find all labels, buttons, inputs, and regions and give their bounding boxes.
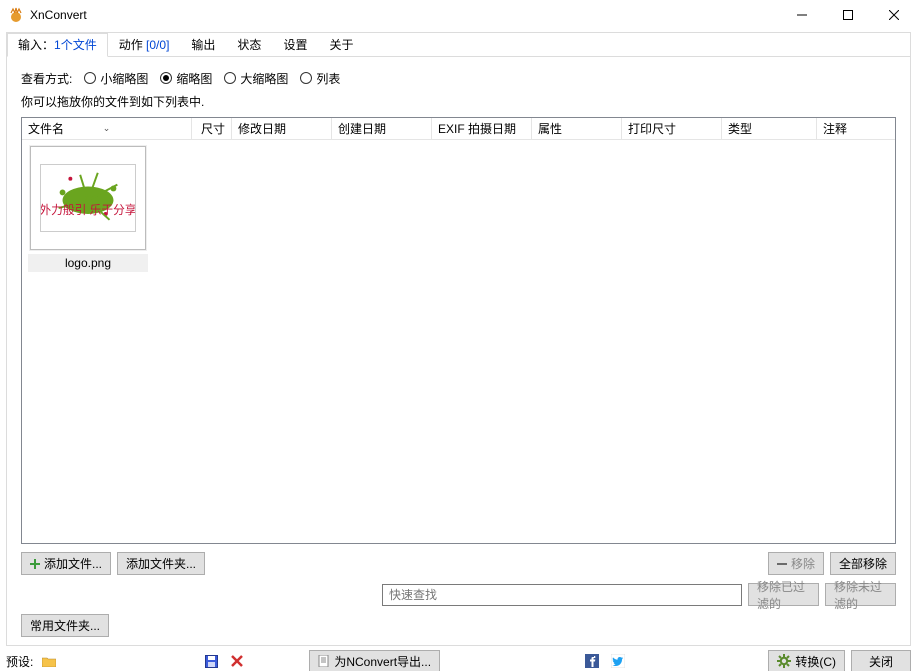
tab-actions-prefix: 动作 xyxy=(119,38,146,52)
folder-icon xyxy=(42,656,56,667)
facebook-button[interactable] xyxy=(582,651,602,671)
radio-list[interactable]: 列表 xyxy=(300,70,340,87)
sort-indicator-icon: ⌄ xyxy=(103,118,111,139)
window-controls xyxy=(779,0,917,30)
thumbnail-caption: logo.png xyxy=(28,254,148,272)
delete-icon xyxy=(231,655,243,667)
col-attrs[interactable]: 属性 xyxy=(532,118,622,140)
minus-icon xyxy=(777,563,787,565)
tab-output[interactable]: 输出 xyxy=(180,33,226,57)
remove-button[interactable]: 移除 xyxy=(768,552,824,575)
drop-hint: 你可以拖放你的文件到如下列表中. xyxy=(21,93,896,111)
radio-large-thumb[interactable]: 大缩略图 xyxy=(224,70,288,87)
close-button[interactable] xyxy=(871,0,917,30)
window-title: XnConvert xyxy=(30,8,779,22)
radio-small-thumb[interactable]: 小缩略图 xyxy=(84,70,148,87)
tab-actions[interactable]: 动作 [0/0] xyxy=(108,33,181,57)
convert-button[interactable]: 转换(C) xyxy=(768,650,845,671)
col-exif[interactable]: EXIF 拍摄日期 xyxy=(432,118,532,140)
close-app-button[interactable]: 关闭 xyxy=(851,650,911,671)
remove-unfiltered-button[interactable]: 移除未过滤的 xyxy=(825,583,896,606)
file-thumbnail[interactable]: 外力般引 乐于分享 logo.png xyxy=(28,146,148,272)
view-mode-label: 查看方式: xyxy=(21,70,72,87)
app-logo-icon xyxy=(8,7,24,23)
maximize-button[interactable] xyxy=(825,0,871,30)
radio-medium-thumb[interactable]: 缩略图 xyxy=(160,70,212,87)
plus-icon xyxy=(30,559,40,569)
add-file-button[interactable]: 添加文件... xyxy=(21,552,111,575)
col-comment[interactable]: 注释 xyxy=(817,118,895,140)
tab-about[interactable]: 关于 xyxy=(318,33,364,57)
tab-bar: 输入：1个文件 动作 [0/0] 输出 状态 设置 关于 xyxy=(7,33,910,57)
remove-filtered-button[interactable]: 移除已过滤的 xyxy=(748,583,819,606)
tab-body: 查看方式: 小缩略图 缩略图 大缩略图 列表 你可以拖放你的文件到如下列表中. … xyxy=(7,57,910,645)
twitter-icon xyxy=(611,654,625,668)
col-modified[interactable]: 修改日期 xyxy=(232,118,332,140)
col-filename[interactable]: 文件名⌄ xyxy=(22,118,192,140)
tab-settings[interactable]: 设置 xyxy=(272,33,318,57)
main-frame: 输入：1个文件 动作 [0/0] 输出 状态 设置 关于 查看方式: 小缩略图 … xyxy=(6,32,911,646)
thumbnail-image: 外力般引 乐于分享 xyxy=(40,164,136,232)
minimize-button[interactable] xyxy=(779,0,825,30)
add-folder-button[interactable]: 添加文件夹... xyxy=(117,552,205,575)
quick-filter-input[interactable] xyxy=(382,584,742,606)
col-created[interactable]: 创建日期 xyxy=(332,118,432,140)
bottom-bar: 预设: 为NConvert导出... 转换(C) 关闭 xyxy=(6,649,911,671)
gear-icon xyxy=(777,654,791,668)
facebook-icon xyxy=(585,654,599,668)
col-type[interactable]: 类型 xyxy=(722,118,817,140)
filter-row: 移除已过滤的 移除未过滤的 xyxy=(21,583,896,606)
thumbnail-frame: 外力般引 乐于分享 xyxy=(30,146,146,250)
preset-delete-button[interactable] xyxy=(227,651,247,671)
tab-input[interactable]: 输入：1个文件 xyxy=(7,33,108,57)
export-nconvert-button[interactable]: 为NConvert导出... xyxy=(309,650,440,671)
col-printsize[interactable]: 打印尺寸 xyxy=(622,118,722,140)
col-size[interactable]: 尺寸 xyxy=(192,118,232,140)
preset-open-button[interactable] xyxy=(39,651,59,671)
twitter-button[interactable] xyxy=(608,651,628,671)
titlebar: XnConvert xyxy=(0,0,917,30)
common-folders-button[interactable]: 常用文件夹... xyxy=(21,614,109,637)
thumbnail-area[interactable]: 外力般引 乐于分享 logo.png xyxy=(22,140,895,543)
floppy-disk-icon xyxy=(205,655,218,668)
remove-all-button[interactable]: 全部移除 xyxy=(830,552,896,575)
tab-actions-count: [0/0] xyxy=(146,38,169,52)
column-headers: 文件名⌄ 尺寸 修改日期 创建日期 EXIF 拍摄日期 属性 打印尺寸 类型 注… xyxy=(22,118,895,140)
file-list-panel: 文件名⌄ 尺寸 修改日期 创建日期 EXIF 拍摄日期 属性 打印尺寸 类型 注… xyxy=(21,117,896,544)
tab-input-count: 1个文件 xyxy=(54,38,97,52)
svg-text:外力般引 乐于分享: 外力般引 乐于分享 xyxy=(41,203,135,217)
script-icon xyxy=(318,655,330,667)
view-mode-row: 查看方式: 小缩略图 缩略图 大缩略图 列表 xyxy=(21,67,896,89)
tab-status[interactable]: 状态 xyxy=(226,33,272,57)
preset-save-button[interactable] xyxy=(201,651,221,671)
common-folders-row: 常用文件夹... xyxy=(21,614,896,637)
preset-label: 预设: xyxy=(6,653,33,670)
list-actions-row: 添加文件... 添加文件夹... 移除 全部移除 xyxy=(21,552,896,575)
tab-input-prefix: 输入： xyxy=(18,38,54,52)
